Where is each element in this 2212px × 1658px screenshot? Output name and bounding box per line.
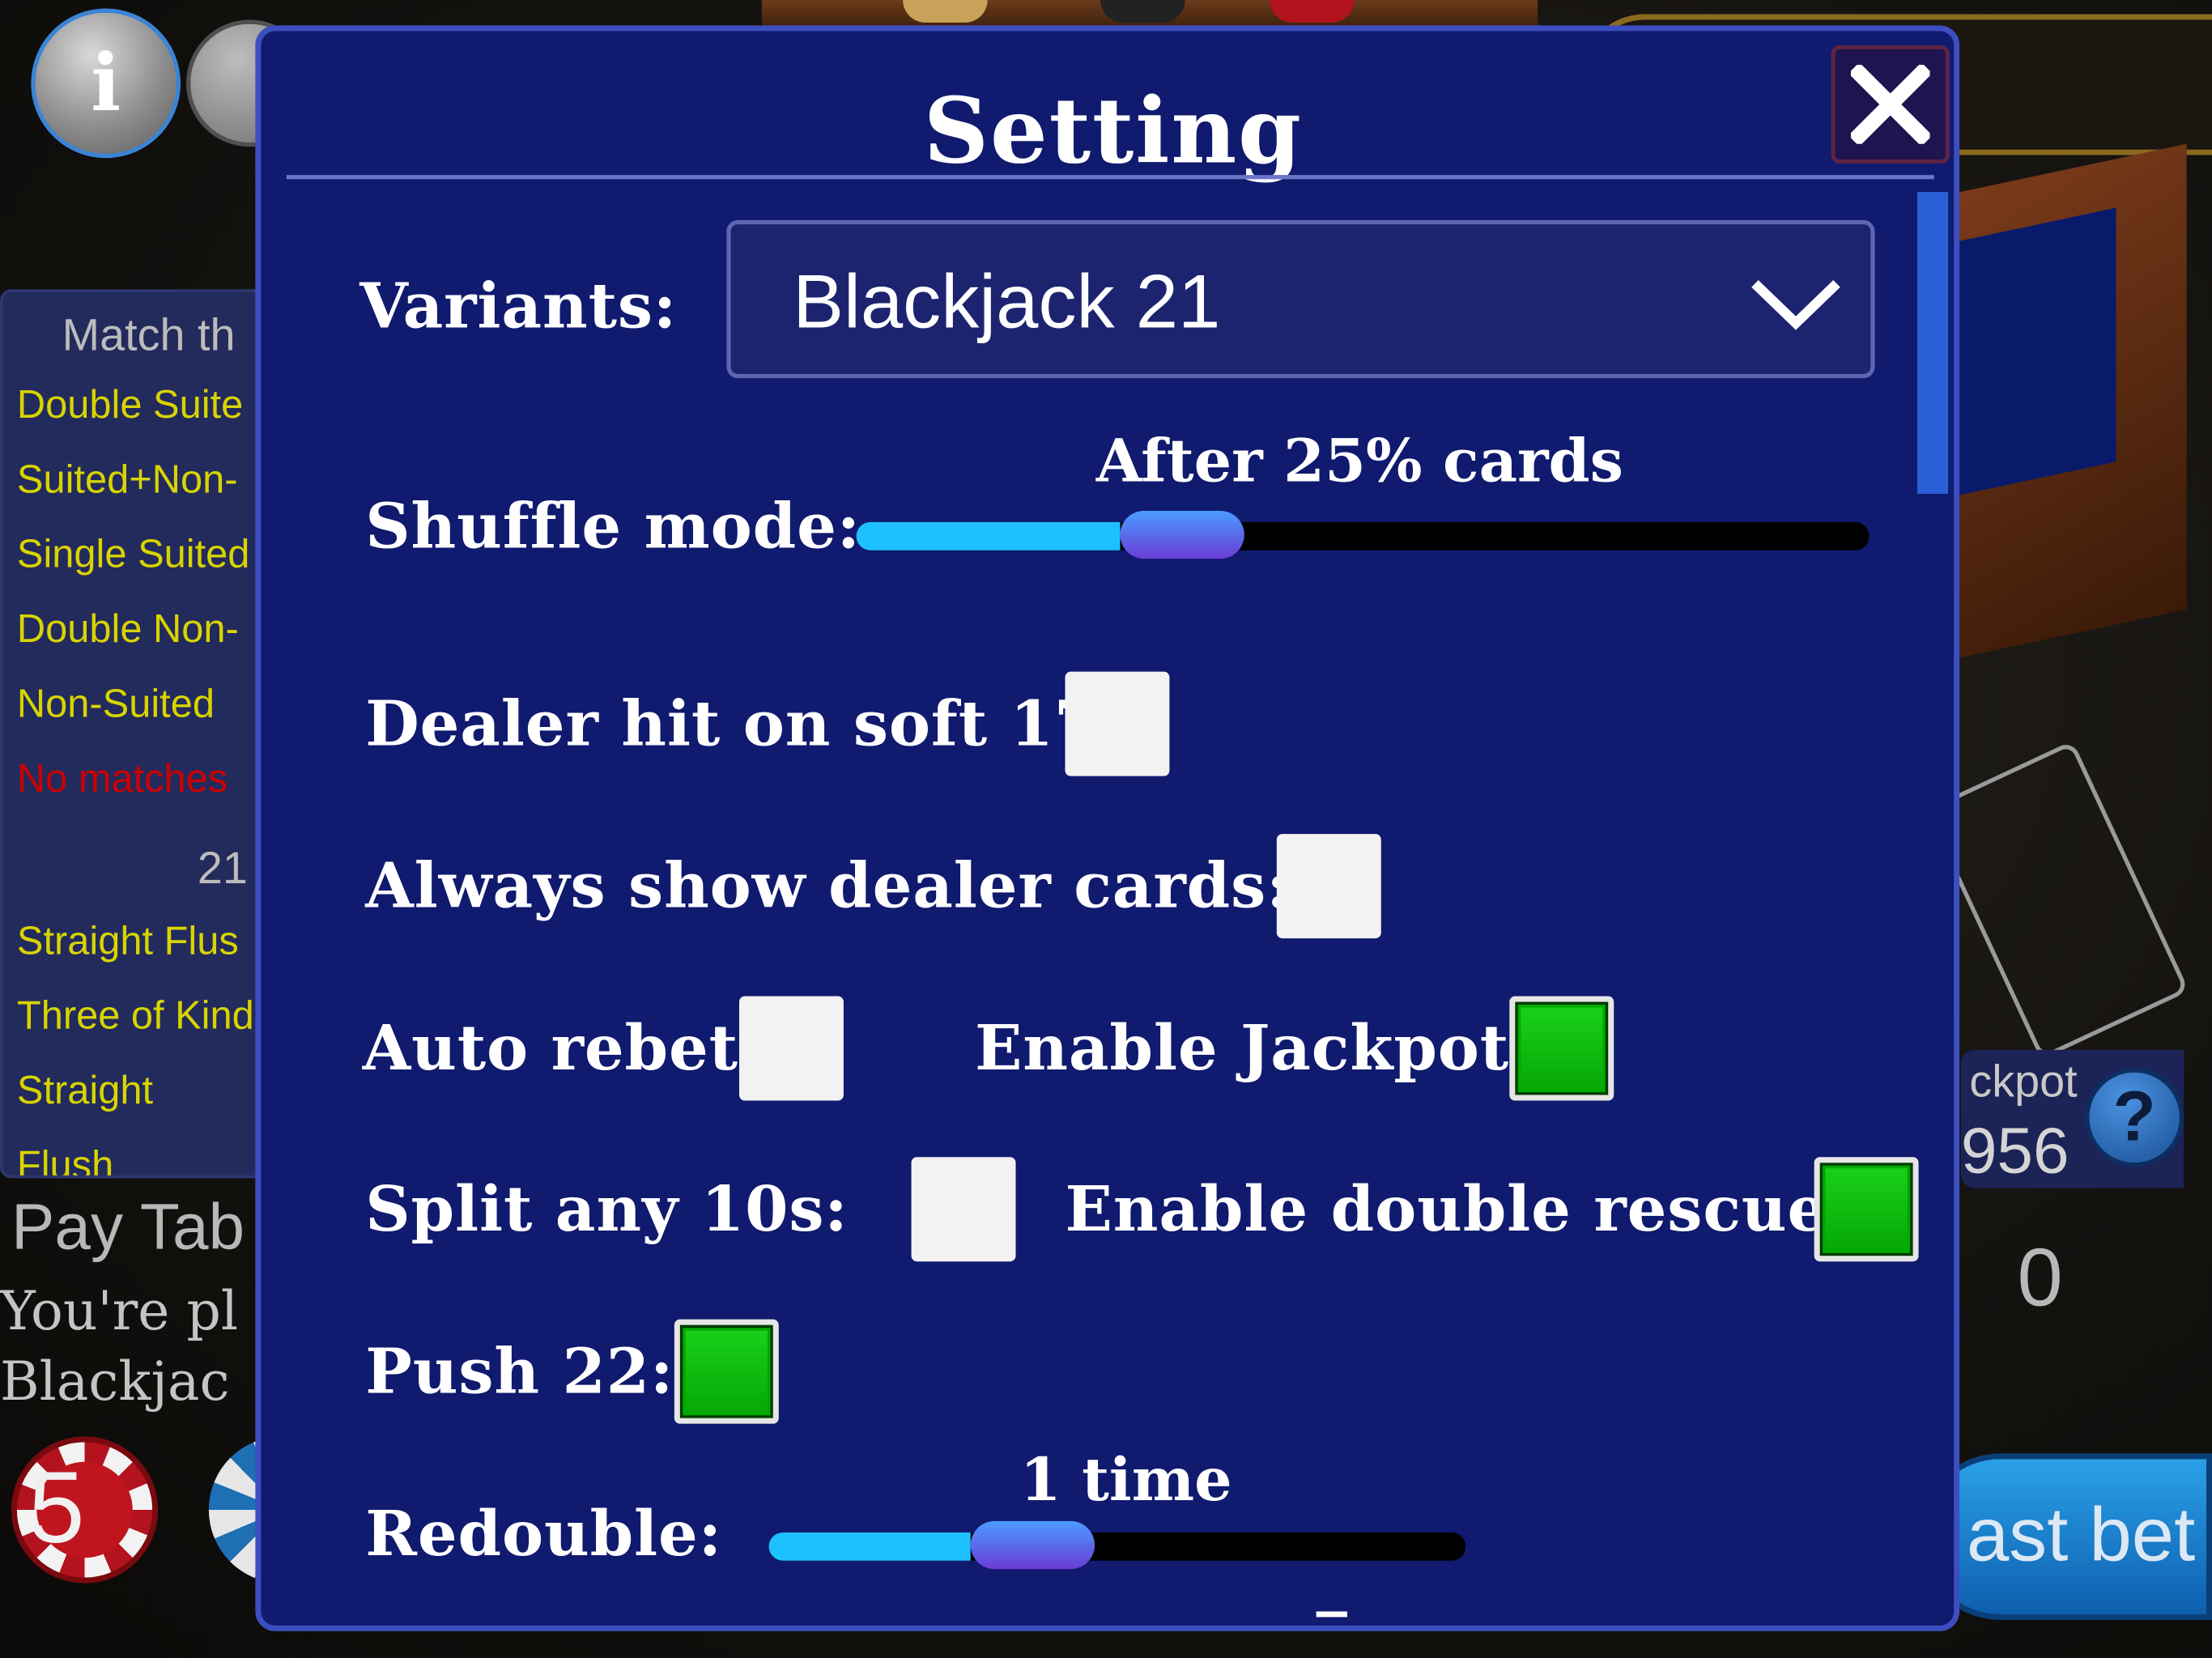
shuffle-mode-value: After 25% cards [1095, 426, 1623, 495]
paytable-row: Straight [16, 1068, 154, 1112]
close-icon [1850, 65, 1930, 144]
settings-dialog: Setting Variants: Blackjack 21 After 25%… [255, 25, 1960, 1631]
paytable-row: Single Suited [16, 532, 250, 576]
scrollbar[interactable] [1914, 189, 1951, 497]
variants-label: Variants: [359, 270, 678, 343]
always-show-dealer-label: Always show dealer cards: [365, 851, 1291, 923]
auto-rebet-label: Auto rebet: [362, 1013, 763, 1086]
dialog-title: Setting [923, 79, 1303, 185]
title-divider [286, 175, 1934, 180]
variants-dropdown[interactable]: Blackjack 21 [726, 219, 1875, 379]
scroll-hint [1316, 1611, 1347, 1618]
close-button[interactable] [1831, 45, 1950, 164]
paytable-row: No matches [16, 756, 228, 801]
slider-fill [768, 1532, 972, 1561]
split-any-10s-label: Split any 10s: [365, 1174, 849, 1247]
desc-line: Blackjac [0, 1350, 230, 1413]
always-show-dealer-checkbox[interactable] [1276, 834, 1381, 939]
last-bet-button[interactable]: ast bet [1918, 1453, 2212, 1620]
paytable-row: Straight Flus [16, 918, 239, 963]
redouble-slider[interactable] [768, 1520, 1466, 1570]
card-shoe-inner [1946, 207, 2116, 498]
slider-thumb[interactable] [971, 1520, 1095, 1570]
shuffle-mode-label: Shuffle mode: [365, 491, 861, 563]
enable-double-rescue-checkbox[interactable] [1814, 1157, 1919, 1262]
paytable-row: Three of Kind [16, 993, 254, 1038]
variants-selected: Blackjack 21 [793, 259, 1221, 345]
chip-stack [1100, 0, 1185, 23]
enable-jackpot-checkbox[interactable] [1509, 996, 1614, 1101]
bet-count: 0 [2017, 1231, 2063, 1324]
jackpot-label: ckpot [1969, 1055, 2078, 1107]
auto-rebet-checkbox[interactable] [738, 996, 844, 1101]
push-22-checkbox[interactable] [674, 1319, 779, 1424]
side-paytable: Match th Double Suite Suited+Non- Single… [0, 289, 283, 1179]
enable-double-rescue-label: Enable double rescue: [1065, 1174, 1852, 1247]
card-outline [1924, 740, 2190, 1061]
paytable-title: Pay Tab [11, 1189, 245, 1263]
jackpot-help-button[interactable]: ? [2085, 1068, 2184, 1167]
redouble-value: 1 time [1019, 1444, 1232, 1515]
paytable-description: You're pl Blackjac [0, 1276, 238, 1417]
paytable-row: Double Suite [16, 382, 244, 427]
redouble-label: Redouble: [365, 1499, 722, 1571]
paytable-subheader: 21 [197, 842, 248, 894]
enable-jackpot-label: Enable Jackpot: [974, 1013, 1534, 1086]
paytable-row: Suited+Non- [16, 457, 238, 501]
chip-stack [903, 0, 988, 23]
split-any-10s-checkbox[interactable] [911, 1157, 1016, 1262]
push-22-label: Push 22: [365, 1336, 674, 1409]
slider-thumb[interactable] [1119, 510, 1244, 559]
jackpot-value: 956 [1960, 1113, 2069, 1187]
chip-5[interactable]: 5 [11, 1436, 159, 1584]
desc-line: You're pl [0, 1279, 239, 1342]
paytable-row: Non-Suited [16, 681, 215, 725]
dealer-hit-soft17-checkbox[interactable] [1065, 671, 1170, 776]
paytable-row: Double Non- [16, 606, 239, 651]
paytable-row: Flush [16, 1142, 114, 1179]
slider-fill [856, 521, 1120, 551]
dealer-hit-soft17-label: Dealer hit on soft 17: [365, 688, 1122, 761]
chevron-down-icon [1751, 279, 1840, 330]
chip-stack [1270, 0, 1355, 23]
info-button[interactable]: i [31, 8, 181, 159]
paytable-header: Match th [62, 308, 236, 360]
shuffle-mode-slider[interactable] [856, 510, 1870, 559]
chip-value: 5 [28, 1457, 133, 1559]
